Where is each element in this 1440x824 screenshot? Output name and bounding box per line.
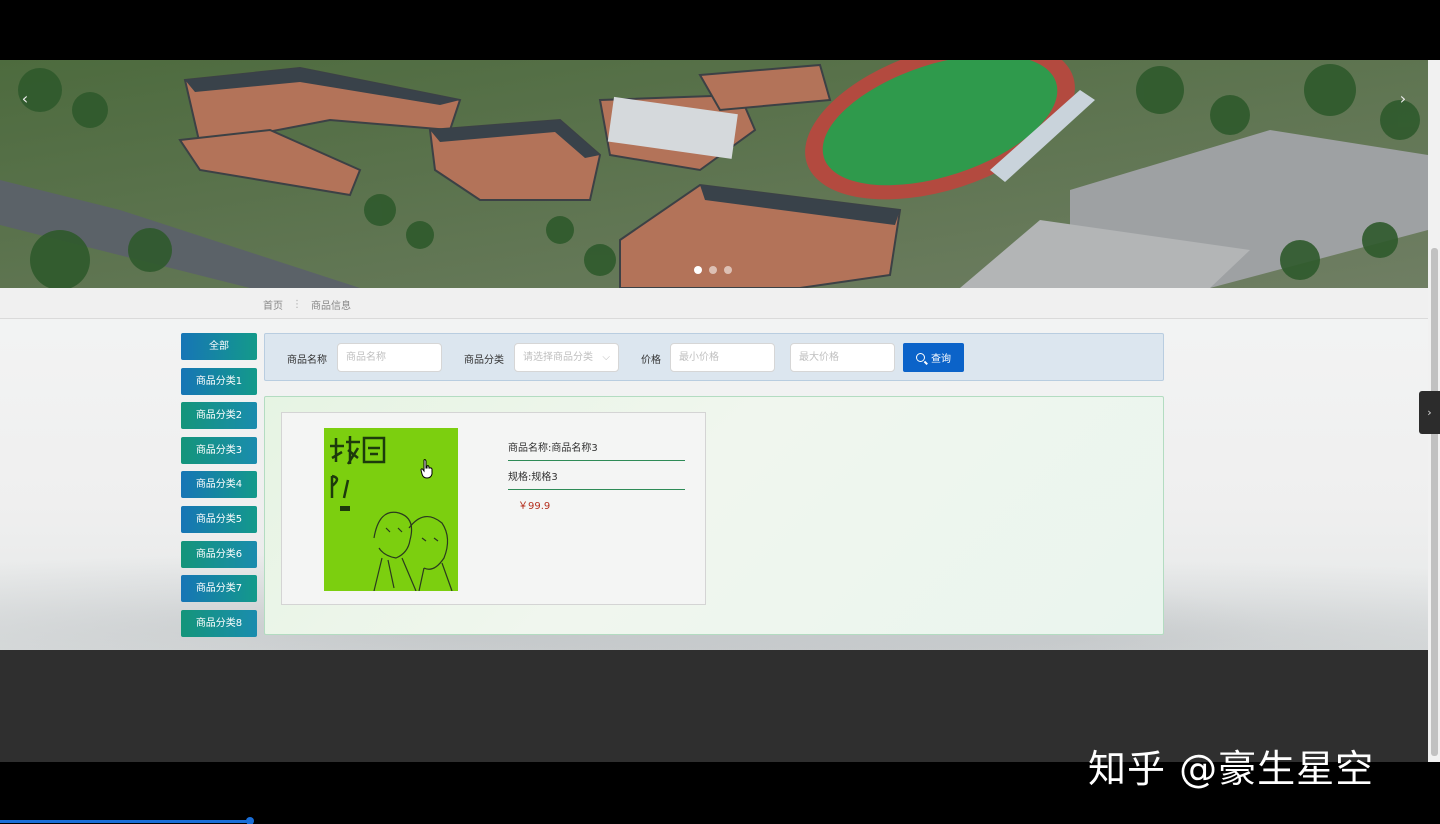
product-name-input[interactable]: 商品名称: [337, 343, 442, 372]
product-list-page: 首页 ⋮ 商品信息 全部 商品分类1 商品分类2 商品分类3 商品分类4 商品分…: [0, 288, 1428, 650]
campus-aerial-image: [0, 60, 1428, 288]
breadcrumb-current: 商品信息: [311, 301, 351, 312]
search-button[interactable]: 查询: [903, 343, 964, 372]
breadcrumb-bar: 首页 ⋮ 商品信息: [0, 288, 1428, 319]
breadcrumb-separator: ⋮: [292, 299, 302, 310]
watermark: 知乎 @豪生星空: [1088, 747, 1375, 791]
carousel-dot-2[interactable]: [709, 266, 717, 274]
breadcrumb-home-link[interactable]: 首页: [263, 297, 283, 312]
side-expand-tab[interactable]: ›: [1419, 391, 1440, 434]
category-select-placeholder: 请选择商品分类: [523, 352, 593, 363]
category-button-4[interactable]: 商品分类4: [181, 471, 257, 499]
max-price-input[interactable]: 最大价格: [790, 343, 895, 372]
category-button-1[interactable]: 商品分类1: [181, 367, 257, 395]
product-card[interactable]: 商品名称:商品名称3 规格:规格3 ￥99.9: [281, 412, 706, 605]
product-spec: 规格:规格3: [508, 468, 685, 490]
hero-banner-carousel[interactable]: ‹ ›: [0, 60, 1428, 288]
carousel-dot-1[interactable]: [694, 266, 702, 274]
category-button-8[interactable]: 商品分类8: [181, 609, 257, 637]
category-sidebar: 全部 商品分类1 商品分类2 商品分类3 商品分类4 商品分类5 商品分类6 商…: [181, 333, 257, 644]
carousel-indicators: [694, 266, 732, 274]
video-progress-handle[interactable]: [246, 817, 254, 824]
product-info: 商品名称:商品名称3 规格:规格3 ￥99.9: [508, 439, 685, 512]
category-button-7[interactable]: 商品分类7: [181, 575, 257, 603]
product-name: 商品名称:商品名称3: [508, 439, 685, 461]
chevron-down-icon: ⌵: [602, 352, 610, 363]
scrollbar-thumb[interactable]: [1431, 248, 1438, 756]
product-price: ￥99.9: [518, 501, 551, 512]
video-progress-bar[interactable]: [0, 820, 250, 823]
price-label: 价格: [641, 355, 661, 366]
category-button-all[interactable]: 全部: [181, 333, 257, 360]
top-black-bar: [0, 0, 1440, 60]
category-button-5[interactable]: 商品分类5: [181, 505, 257, 533]
hand-cursor-icon: [420, 459, 433, 479]
min-price-input[interactable]: 最小价格: [670, 343, 775, 372]
search-button-label: 查询: [931, 354, 951, 365]
carousel-prev-button[interactable]: ‹: [14, 88, 36, 110]
product-results-panel: 商品名称:商品名称3 规格:规格3 ￥99.9: [264, 396, 1164, 635]
category-select[interactable]: 请选择商品分类 ⌵: [514, 343, 619, 372]
product-image[interactable]: [324, 428, 458, 591]
breadcrumb: 首页 ⋮ 商品信息: [263, 297, 351, 312]
carousel-dot-3[interactable]: [724, 266, 732, 274]
book-cover-illustration: [324, 428, 458, 591]
search-icon: [916, 353, 925, 362]
category-button-3[interactable]: 商品分类3: [181, 436, 257, 464]
category-button-6[interactable]: 商品分类6: [181, 540, 257, 568]
category-button-2[interactable]: 商品分类2: [181, 402, 257, 430]
product-name-label: 商品名称: [287, 355, 327, 366]
search-form: 商品名称 商品名称 商品分类 请选择商品分类 ⌵ 价格 最小价格 最大价格 查询: [264, 333, 1164, 381]
category-label: 商品分类: [464, 355, 504, 366]
carousel-next-button[interactable]: ›: [1392, 88, 1414, 110]
